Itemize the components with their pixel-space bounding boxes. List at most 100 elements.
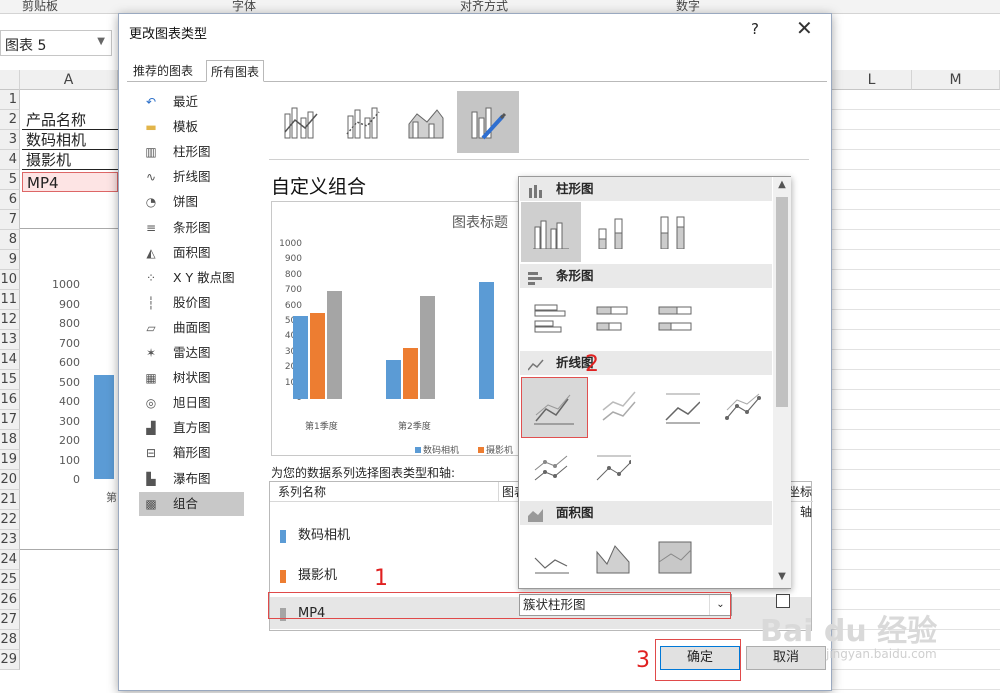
row-header[interactable]: 6: [0, 190, 20, 210]
nav-item-label: 树状图: [173, 370, 211, 386]
row-header[interactable]: 1: [0, 90, 20, 110]
nav-item-histogram[interactable]: ▟ 直方图: [139, 416, 244, 440]
option-stacked-column[interactable]: [583, 202, 643, 262]
option-clustered-bar[interactable]: [521, 290, 581, 350]
scroll-up-icon[interactable]: ▲: [773, 179, 791, 190]
scroll-down-icon[interactable]: ▼: [773, 571, 791, 582]
row-header[interactable]: 12: [0, 310, 20, 330]
nav-item-scatter-chart[interactable]: ⁘ X Y 散点图: [139, 266, 244, 290]
col-header-l[interactable]: L: [832, 70, 912, 90]
scatter-chart-icon: ⁘: [145, 270, 157, 285]
row-header[interactable]: 16: [0, 390, 20, 410]
option-100-stacked-area[interactable]: [645, 527, 705, 587]
row-header[interactable]: 29: [0, 650, 20, 670]
row-header[interactable]: 3: [0, 130, 20, 150]
row-header[interactable]: 21: [0, 490, 20, 510]
row-header[interactable]: 20: [0, 470, 20, 490]
nav-item-label: 饼图: [173, 194, 199, 210]
nav-item-column-chart[interactable]: ▥ 柱形图: [139, 140, 244, 164]
combo-subtype-area-column[interactable]: [395, 91, 457, 153]
option-stacked-line[interactable]: [589, 377, 649, 437]
row-header[interactable]: 28: [0, 630, 20, 650]
option-stacked-bar[interactable]: [583, 290, 643, 350]
y-tick-label: 900: [284, 254, 302, 265]
cell-a3[interactable]: 数码相机: [22, 130, 118, 150]
bg-chart[interactable]: 1000 900 800 700 600 500 400 300 200 100 0 第: [20, 228, 120, 550]
series-row-0[interactable]: 数码相机: [278, 526, 518, 546]
tab-recommended[interactable]: 推荐的图表: [129, 60, 197, 82]
line-chart-icon: [527, 356, 544, 371]
ribbon: 剪贴板 字体 对齐方式 数字: [0, 0, 1000, 14]
row-header[interactable]: 5: [0, 170, 20, 190]
row-header[interactable]: 15: [0, 370, 20, 390]
nav-item-line-chart[interactable]: ∿ 折线图: [139, 165, 244, 189]
row-header[interactable]: 24: [0, 550, 20, 570]
row-header[interactable]: 25: [0, 570, 20, 590]
cell-a4[interactable]: 摄影机: [22, 150, 118, 170]
option-100-stacked-line[interactable]: [652, 377, 712, 437]
nav-item-surface-chart[interactable]: ▱ 曲面图: [139, 316, 244, 340]
nav-item-stock-chart[interactable]: ┆ 股价图: [139, 291, 244, 315]
nav-item-waterfall[interactable]: ▙ 瀑布图: [139, 467, 244, 491]
option-line[interactable]: [521, 377, 588, 438]
option-line-markers[interactable]: [713, 377, 773, 437]
cell-a5[interactable]: MP4: [22, 172, 118, 192]
nav-item-undo[interactable]: ↶ 最近: [139, 90, 244, 114]
name-box[interactable]: 图表 5 ▼: [0, 30, 112, 56]
nav-item-folder[interactable]: ▬ 模板: [139, 115, 244, 139]
nav-item-label: 折线图: [173, 169, 211, 185]
option-100-stacked-column[interactable]: [645, 202, 705, 262]
treemap-icon: ▦: [145, 371, 157, 386]
row-header[interactable]: 11: [0, 290, 20, 310]
col-header-m[interactable]: M: [912, 70, 1000, 90]
option-100-stacked-bar[interactable]: [645, 290, 705, 350]
row-header[interactable]: 17: [0, 410, 20, 430]
row-header[interactable]: 23: [0, 530, 20, 550]
option-stacked-area[interactable]: [583, 527, 643, 587]
ribbon-group-number: 数字: [676, 0, 701, 13]
row-header[interactable]: 19: [0, 450, 20, 470]
bg-chart-tick: 700: [59, 336, 80, 350]
bg-chart-tick: 900: [59, 297, 80, 311]
row-header[interactable]: 22: [0, 510, 20, 530]
row-header[interactable]: 2: [0, 110, 20, 130]
option-clustered-column[interactable]: [521, 202, 581, 262]
row-header[interactable]: 13: [0, 330, 20, 350]
row-header[interactable]: 14: [0, 350, 20, 370]
group-label-column: 柱形图: [556, 181, 594, 196]
nav-item-combo-chart[interactable]: ▩ 组合: [139, 491, 244, 516]
nav-item-area-chart[interactable]: ◭ 面积图: [139, 241, 244, 265]
nav-item-pie-chart[interactable]: ◔ 饼图: [139, 190, 244, 214]
option-100-line-markers[interactable]: [583, 439, 643, 499]
row-header[interactable]: 26: [0, 590, 20, 610]
row-header[interactable]: 27: [0, 610, 20, 630]
combo-subtype-clustered-line[interactable]: [271, 91, 333, 153]
dropdown-scrollbar[interactable]: ▲ ▼: [773, 177, 791, 588]
tab-all-charts[interactable]: 所有图表: [206, 60, 265, 82]
close-button[interactable]: ✕: [796, 16, 813, 40]
row-header[interactable]: 8: [0, 230, 20, 250]
bg-chart-xlabel: 第: [106, 491, 117, 504]
nav-item-sunburst[interactable]: ◎ 旭日图: [139, 391, 244, 415]
series-row-1[interactable]: 摄影机: [278, 566, 518, 586]
combo-secondary-axis-icon: [346, 107, 380, 139]
help-button[interactable]: ?: [751, 20, 759, 38]
nav-item-bar-chart[interactable]: ≡ 条形图: [139, 216, 244, 240]
cell-a2[interactable]: 产品名称: [22, 110, 118, 130]
nav-item-box-whisker[interactable]: ⊟ 箱形图: [139, 441, 244, 465]
row-header[interactable]: 4: [0, 150, 20, 170]
nav-item-radar-chart[interactable]: ✶ 雷达图: [139, 341, 244, 365]
row-header[interactable]: 9: [0, 250, 20, 270]
select-all-corner[interactable]: [0, 70, 20, 90]
row-header[interactable]: 10: [0, 270, 20, 290]
option-stacked-line-markers[interactable]: [521, 439, 581, 499]
combo-subtype-secondary-axis[interactable]: [333, 91, 395, 153]
scroll-thumb[interactable]: [776, 197, 788, 407]
row-header[interactable]: 7: [0, 210, 20, 230]
option-area[interactable]: [521, 527, 581, 587]
nav-item-treemap[interactable]: ▦ 树状图: [139, 366, 244, 390]
col-header-a[interactable]: A: [20, 70, 118, 90]
y-tick-label: 600: [284, 300, 302, 311]
combo-subtype-custom[interactable]: [457, 91, 519, 153]
row-header[interactable]: 18: [0, 430, 20, 450]
